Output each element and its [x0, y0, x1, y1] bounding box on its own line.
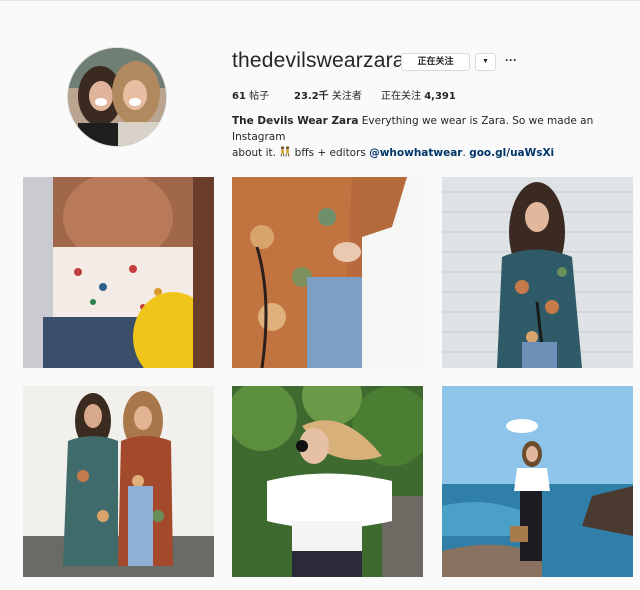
post-tile-6[interactable] [442, 386, 633, 577]
following-value: 4,391 [424, 91, 456, 102]
posts-value: 61 [232, 91, 246, 102]
post-image-seaside [442, 386, 633, 577]
dancers-emoji-icon [280, 146, 290, 157]
profile-username: thedevilswearzara [232, 49, 405, 72]
top-divider [0, 0, 640, 1]
post-tile-2[interactable] [232, 177, 423, 368]
post-tile-5[interactable] [232, 386, 423, 577]
post-image-teal-wrap-dress [442, 177, 633, 368]
followers-label: 关注者 [331, 91, 362, 102]
more-options-icon[interactable]: ··· [503, 54, 519, 68]
post-image-two-friends [23, 386, 214, 577]
bio-text-line2a: about it. [232, 147, 280, 159]
profile-bio: The Devils Wear Zara Everything we wear … [232, 113, 622, 161]
bio-text-line2b: bffs + editors [291, 147, 370, 159]
post-tile-3[interactable] [442, 177, 633, 368]
followers-count[interactable]: 23.2千 关注者 [294, 87, 362, 102]
post-tile-4[interactable] [23, 386, 214, 577]
following-button[interactable]: 正在关注 [401, 53, 470, 71]
suggestions-dropdown-button[interactable]: ▼ [475, 53, 496, 71]
bio-mention-link[interactable]: @whowhatwear [369, 147, 462, 159]
following-label: 正在关注 [381, 91, 421, 102]
bio-website-link[interactable]: goo.gl/uaWsXi [469, 147, 554, 159]
post-image-ruffle-top [23, 177, 214, 368]
profile-avatar[interactable] [67, 47, 167, 147]
posts-count: 61 帖子 [232, 87, 269, 102]
post-image-floral-kimono [232, 177, 423, 368]
post-tile-1[interactable] [23, 177, 214, 368]
post-image-white-top [232, 386, 423, 577]
bio-full-name: The Devils Wear Zara [232, 115, 359, 127]
followers-value: 23.2千 [294, 91, 329, 102]
posts-label: 帖子 [249, 91, 270, 102]
following-count[interactable]: 正在关注 4,391 [381, 87, 456, 102]
